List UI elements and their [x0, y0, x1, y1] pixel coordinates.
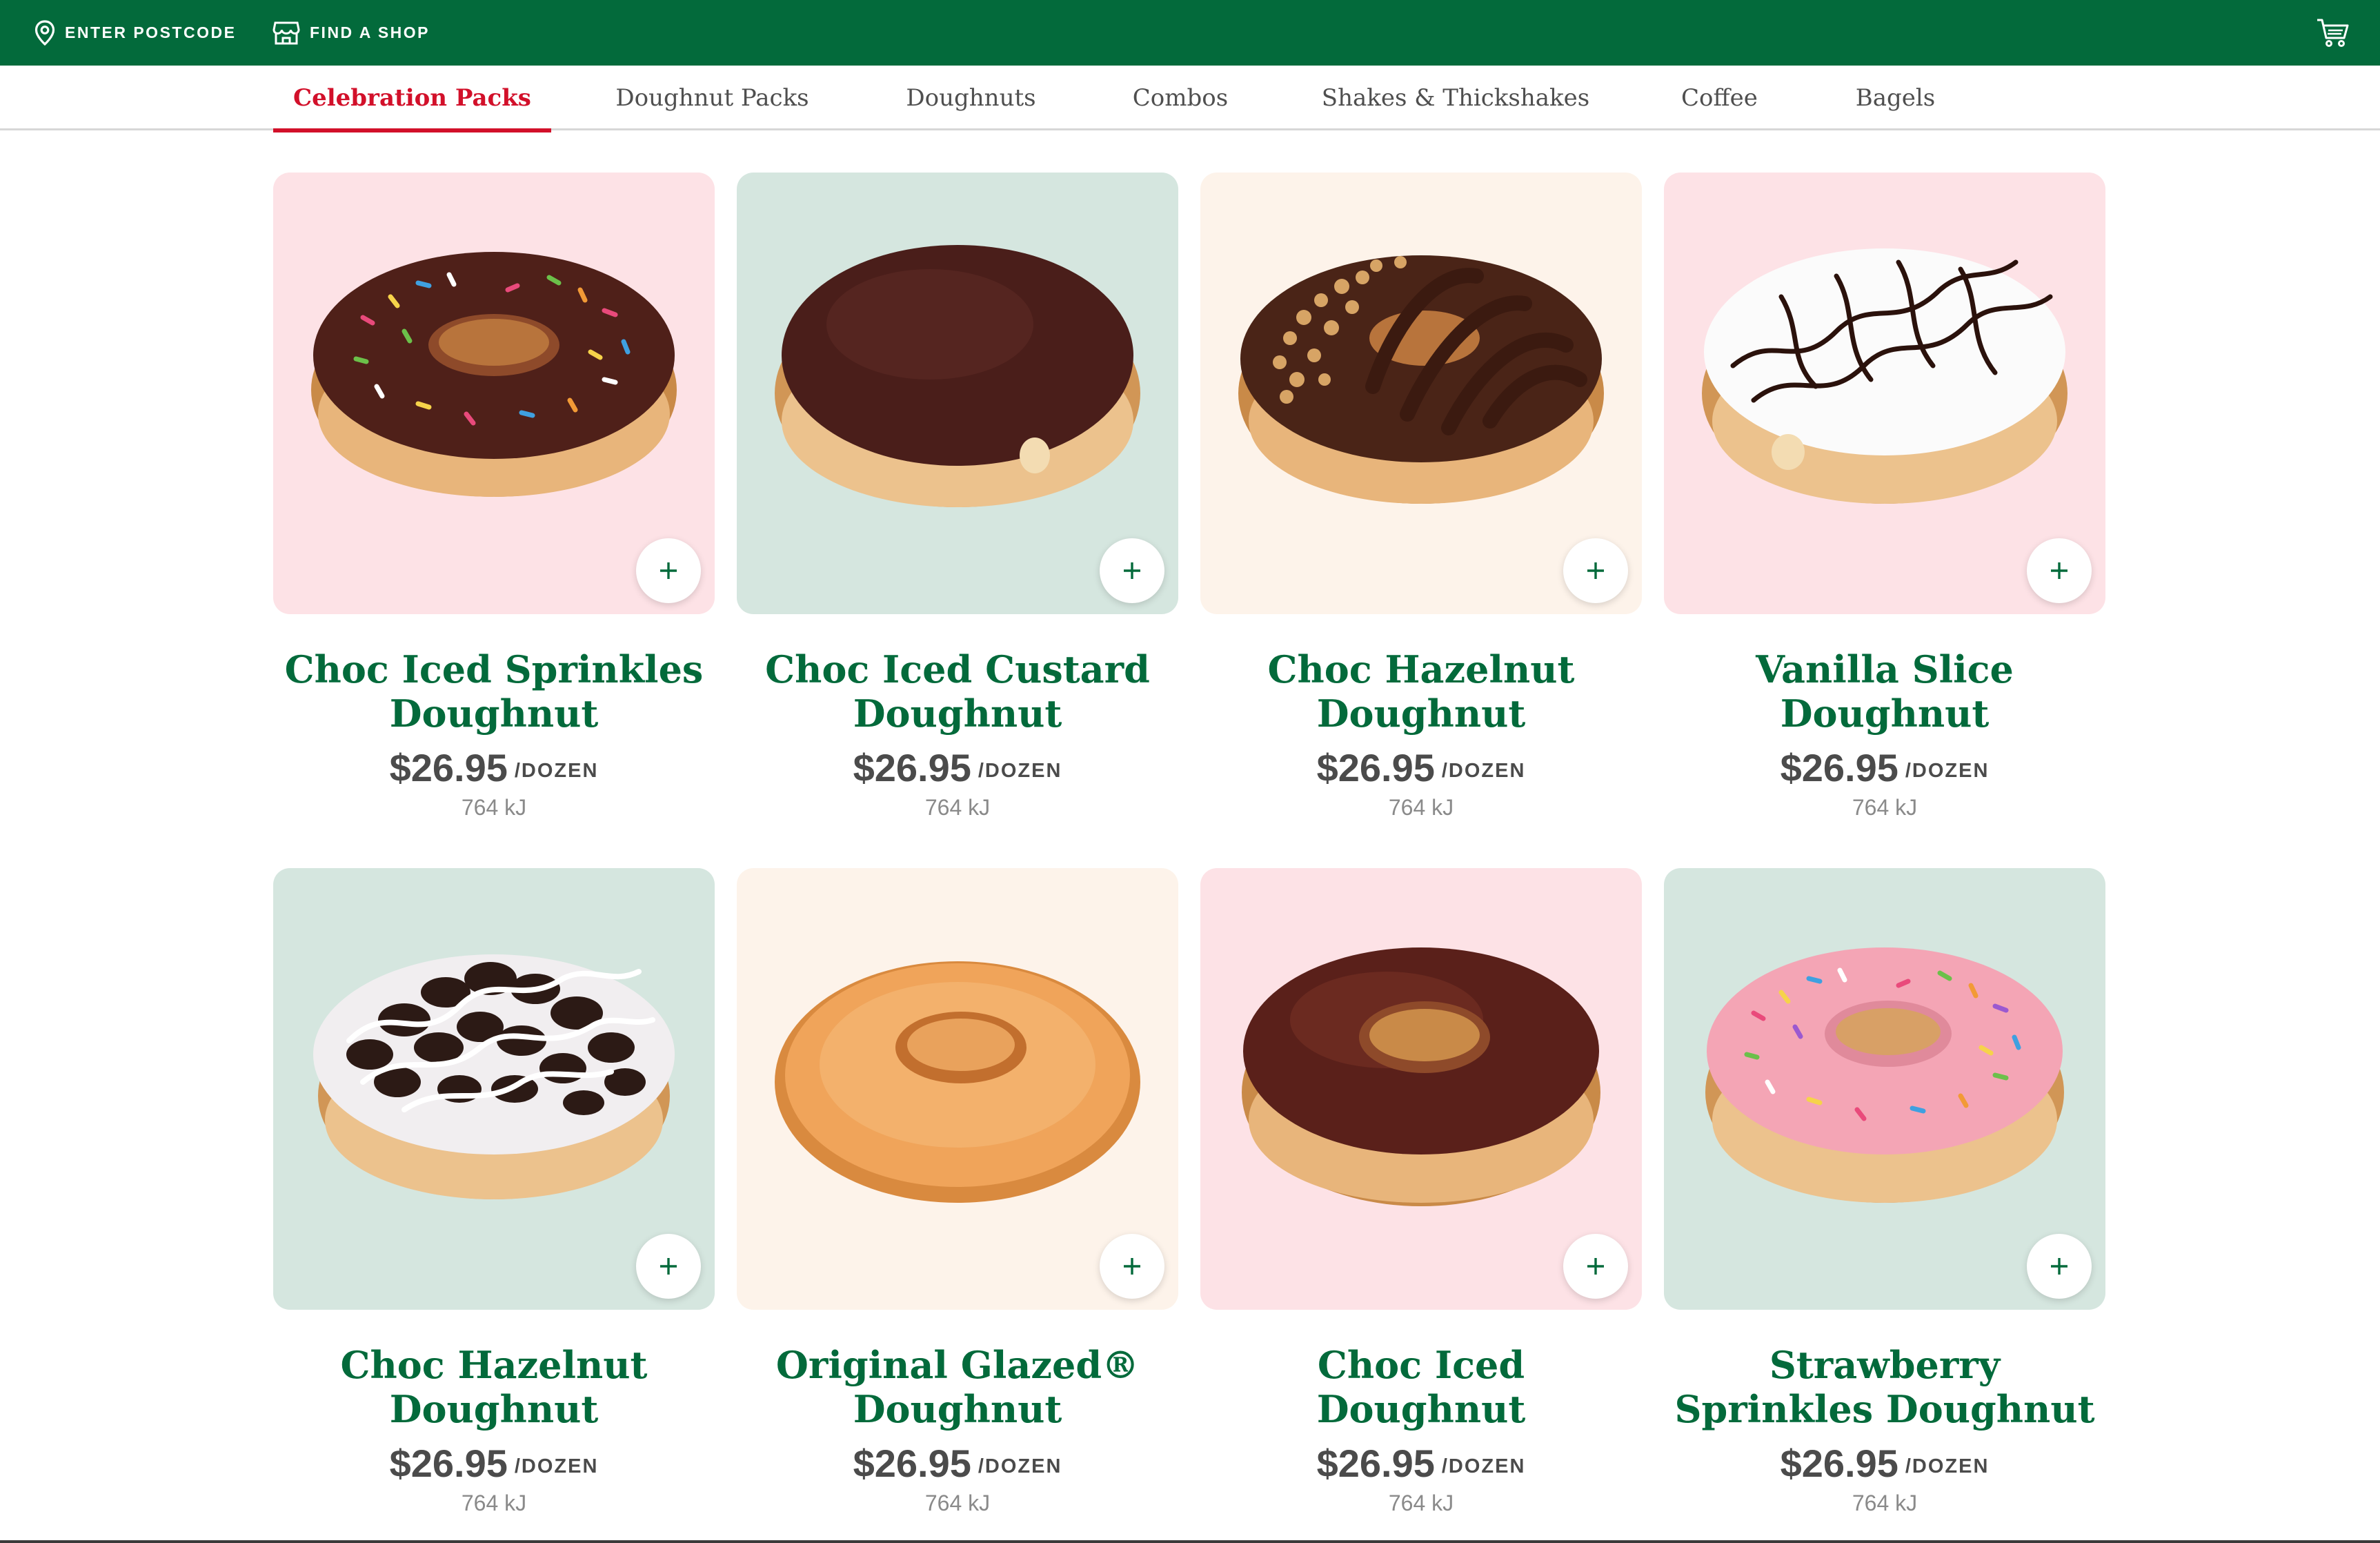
- add-to-cart-button[interactable]: [2027, 538, 2092, 603]
- product-name: Choc Iced Doughnut: [1316, 1343, 1526, 1431]
- price-unit: /DOZEN: [1905, 759, 1990, 782]
- price-row: $26.95 /DOZEN: [737, 1435, 1178, 1491]
- product-grid: Choc Iced Sprinkles Doughnut $26.95 /DOZ…: [273, 173, 2105, 1520]
- product-image-tile[interactable]: [1200, 868, 1642, 1310]
- tab-shakes-thickshakes[interactable]: Shakes & Thickshakes: [1318, 66, 1594, 130]
- cart-button[interactable]: [2315, 17, 2351, 48]
- price-row: $26.95 /DOZEN: [273, 740, 715, 795]
- product-name: Strawberry Sprinkles Doughnut: [1674, 1343, 2095, 1431]
- add-to-cart-button[interactable]: [1100, 538, 1164, 603]
- add-to-cart-button[interactable]: [1563, 538, 1628, 603]
- product-name: Vanilla Slice Doughnut: [1756, 647, 2014, 736]
- product-energy: 764 kJ: [924, 795, 991, 820]
- cookies-and-cream-doughnut-image: [313, 954, 675, 1199]
- tab-doughnuts[interactable]: Doughnuts: [893, 66, 1049, 130]
- product-energy: 764 kJ: [924, 1491, 991, 1515]
- product-card: Vanilla Slice Doughnut $26.95 /DOZEN 764…: [1664, 173, 2105, 824]
- add-to-cart-button[interactable]: [636, 1234, 701, 1299]
- choc-hazelnut-doughnut-image: [1238, 255, 1604, 504]
- enter-postcode-link[interactable]: ENTER POSTCODE: [34, 0, 236, 66]
- price-unit: /DOZEN: [1905, 1455, 1990, 1477]
- product-energy: 764 kJ: [1388, 1491, 1454, 1515]
- product-price: $26.95: [389, 1441, 508, 1485]
- choc-sprinkles-doughnut-image: [311, 252, 677, 497]
- price-row: $26.95 /DOZEN: [1664, 1435, 2105, 1491]
- product-card: Strawberry Sprinkles Doughnut $26.95 /DO…: [1664, 868, 2105, 1520]
- price-row: $26.95 /DOZEN: [1200, 1435, 1642, 1491]
- choc-iced-doughnut-image: [1242, 947, 1600, 1206]
- find-a-shop-label: FIND A SHOP: [310, 23, 430, 41]
- product-card: Choc Hazelnut Doughnut $26.95 /DOZEN 764…: [1200, 173, 1642, 824]
- top-utility-bar: ENTER POSTCODE FIND A SHOP: [0, 0, 2380, 66]
- product-name: Choc Iced Sprinkles Doughnut: [284, 647, 704, 736]
- product-image-tile[interactable]: [1664, 868, 2105, 1310]
- category-nav: Celebration Packs Doughnut Packs Doughnu…: [0, 66, 2380, 132]
- product-card: Choc Iced Sprinkles Doughnut $26.95 /DOZ…: [273, 173, 715, 824]
- plus-icon: [660, 1258, 677, 1275]
- product-card: Original Glazed® Doughnut $26.95 /DOZEN …: [737, 868, 1178, 1520]
- tab-combos[interactable]: Combos: [1119, 66, 1242, 130]
- price-row: $26.95 /DOZEN: [273, 1435, 715, 1491]
- product-energy: 764 kJ: [1852, 1491, 1918, 1515]
- price-row: $26.95 /DOZEN: [737, 740, 1178, 795]
- tab-bagels[interactable]: Bagels: [1849, 66, 1942, 130]
- plus-icon: [1124, 562, 1140, 579]
- product-name: Choc Iced Custard Doughnut: [765, 647, 1150, 736]
- product-name: Choc Hazelnut Doughnut: [1267, 647, 1575, 736]
- price-unit: /DOZEN: [978, 759, 1062, 782]
- strawberry-sprinkles-doughnut-image: [1705, 947, 2064, 1203]
- cart-icon: [2317, 19, 2349, 47]
- find-a-shop-link[interactable]: FIND A SHOP: [272, 0, 430, 66]
- price-unit: /DOZEN: [978, 1455, 1062, 1477]
- shop-icon: [272, 21, 300, 44]
- price-row: $26.95 /DOZEN: [1664, 740, 2105, 795]
- tab-coffee[interactable]: Coffee: [1669, 66, 1769, 130]
- product-price: $26.95: [1780, 745, 1898, 789]
- plus-icon: [2051, 562, 2067, 579]
- product-price: $26.95: [1316, 745, 1435, 789]
- plus-icon: [1587, 562, 1604, 579]
- product-image-tile[interactable]: [737, 868, 1178, 1310]
- product-card: Choc Hazelnut Doughnut $26.95 /DOZEN 764…: [273, 868, 715, 1520]
- product-image-tile[interactable]: [737, 173, 1178, 614]
- add-to-cart-button[interactable]: [1100, 1234, 1164, 1299]
- product-price: $26.95: [853, 745, 971, 789]
- price-unit: /DOZEN: [1441, 1455, 1526, 1477]
- product-energy: 764 kJ: [461, 795, 527, 820]
- product-price: $26.95: [853, 1441, 971, 1485]
- product-name: Choc Hazelnut Doughnut: [340, 1343, 648, 1431]
- tab-doughnut-packs[interactable]: Doughnut Packs: [600, 66, 824, 130]
- add-to-cart-button[interactable]: [1563, 1234, 1628, 1299]
- product-price: $26.95: [1780, 1441, 1898, 1485]
- plus-icon: [1124, 1258, 1140, 1275]
- page-bottom-border: [0, 1540, 2380, 1543]
- product-energy: 764 kJ: [1852, 795, 1918, 820]
- choc-custard-doughnut-image: [775, 245, 1140, 507]
- price-unit: /DOZEN: [1441, 759, 1526, 782]
- location-pin-icon: [34, 19, 55, 46]
- vanilla-slice-doughnut-image: [1702, 248, 2067, 504]
- product-price: $26.95: [1316, 1441, 1435, 1485]
- product-card: Choc Iced Doughnut $26.95 /DOZEN 764 kJ: [1200, 868, 1642, 1520]
- add-to-cart-button[interactable]: [636, 538, 701, 603]
- product-image-tile[interactable]: [1200, 173, 1642, 614]
- plus-icon: [1587, 1258, 1604, 1275]
- product-name: Original Glazed® Doughnut: [775, 1343, 1140, 1431]
- product-energy: 764 kJ: [461, 1491, 527, 1515]
- enter-postcode-label: ENTER POSTCODE: [65, 23, 237, 41]
- tab-celebration-packs[interactable]: Celebration Packs: [273, 66, 551, 132]
- price-unit: /DOZEN: [514, 1455, 599, 1477]
- product-image-tile[interactable]: [1664, 173, 2105, 614]
- product-image-tile[interactable]: [273, 868, 715, 1310]
- plus-icon: [660, 562, 677, 579]
- product-energy: 764 kJ: [1388, 795, 1454, 820]
- price-row: $26.95 /DOZEN: [1200, 740, 1642, 795]
- product-card: Choc Iced Custard Doughnut $26.95 /DOZEN…: [737, 173, 1178, 824]
- add-to-cart-button[interactable]: [2027, 1234, 2092, 1299]
- price-unit: /DOZEN: [514, 759, 599, 782]
- plus-icon: [2051, 1258, 2067, 1275]
- original-glazed-doughnut-image: [775, 961, 1140, 1203]
- product-price: $26.95: [389, 745, 508, 789]
- product-image-tile[interactable]: [273, 173, 715, 614]
